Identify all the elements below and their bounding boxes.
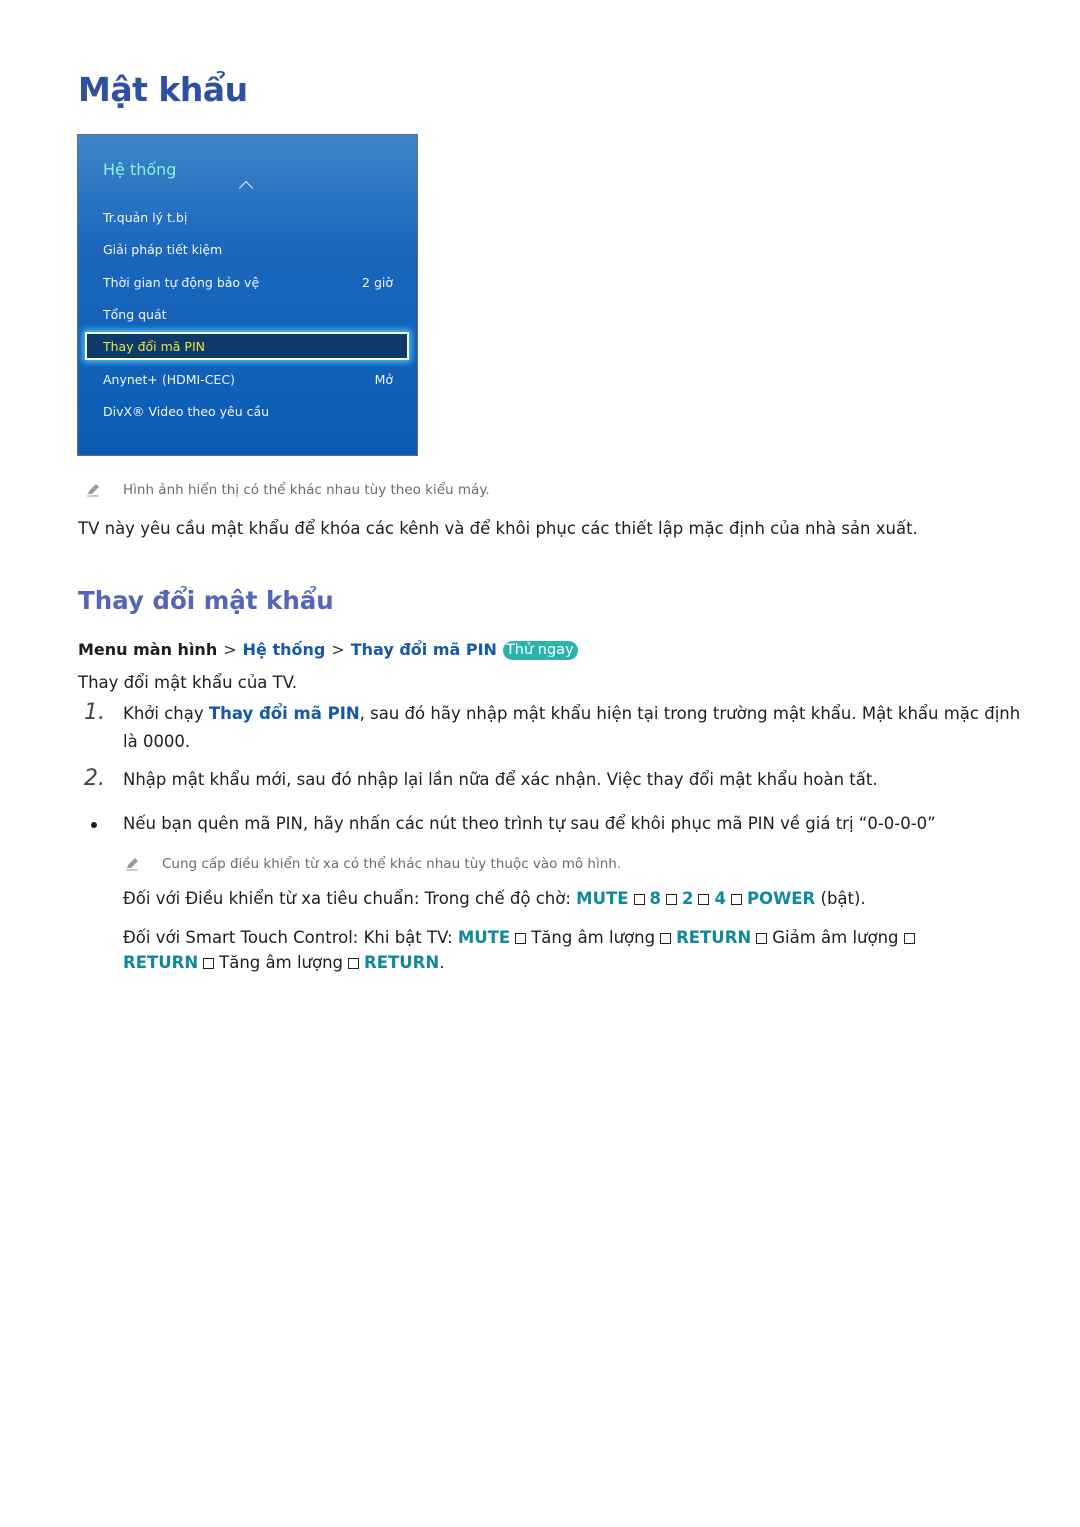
- box-icon: [666, 894, 677, 905]
- smart-touch-sequence-line2: RETURN Tăng âm lượng RETURN.: [123, 953, 444, 972]
- pencil-icon: [86, 483, 100, 497]
- section-title: Thay đổi mật khẩu: [78, 586, 334, 615]
- box-icon: [903, 933, 915, 944]
- try-now-button[interactable]: Thử ngay: [502, 641, 578, 660]
- image-note-text: Hình ảnh hiển thị có thể khác nhau tùy t…: [123, 482, 490, 498]
- pencil-icon: [125, 857, 139, 871]
- step-number: 2.: [84, 766, 105, 791]
- smart-touch-sequence-line1: Đối với Smart Touch Control: Khi bật TV:…: [123, 928, 920, 947]
- box-icon: [633, 894, 645, 905]
- box-icon: [730, 894, 742, 905]
- volume-down-text: Giảm âm lượng: [772, 928, 899, 947]
- tv-menu-item: Anynet+ (HDMI-CEC) Mở: [103, 368, 393, 390]
- step-number: 1.: [84, 700, 105, 725]
- tv-menu-item: DivX® Video theo yêu cầu: [103, 400, 393, 422]
- standard-remote-prefix: Đối với Điều khiển từ xa tiêu chuẩn: Tro…: [123, 889, 577, 908]
- section-description: Thay đổi mật khẩu của TV.: [78, 673, 298, 692]
- tv-menu-item-label: Anynet+ (HDMI-CEC): [103, 371, 235, 387]
- volume-up-text: Tăng âm lượng: [219, 953, 344, 972]
- step-1-text: Khởi chạy Thay đổi mã PIN, sau đó hãy nh…: [123, 704, 1020, 723]
- breadcrumb-separator: >: [223, 640, 237, 659]
- step-1-line2: là 0000.: [123, 732, 191, 751]
- chevron-up-icon: [238, 180, 254, 196]
- tv-menu-title: Hệ thống: [103, 160, 177, 179]
- bullet-text: Nếu bạn quên mã PIN, hãy nhấn các nút th…: [123, 814, 936, 833]
- key-2: 2: [682, 889, 694, 908]
- key-return: RETURN: [123, 953, 199, 972]
- key-return: RETURN: [364, 953, 440, 972]
- step-2-text: Nhập mật khẩu mới, sau đó nhập lại lần n…: [123, 770, 878, 789]
- intro-text: TV này yêu cầu mật khẩu để khóa các kênh…: [78, 519, 918, 538]
- box-icon: [515, 933, 527, 944]
- tv-menu-screenshot: Hệ thống Tr.quản lý t.bị Giải pháp tiết …: [77, 134, 418, 456]
- bullet-icon: [91, 822, 97, 828]
- breadcrumb: Menu màn hình > Hệ thống > Thay đổi mã PIN Th…: [78, 640, 578, 660]
- key-8: 8: [649, 889, 661, 908]
- tv-menu-item: Thời gian tự động bảo vệ 2 giờ: [103, 271, 393, 293]
- tv-menu-item-selected: Thay đổi mã PIN: [85, 332, 409, 360]
- key-power: POWER: [746, 889, 816, 908]
- tv-menu-item-label: Thay đổi mã PIN: [103, 338, 206, 354]
- page-title: Mật khẩu: [78, 70, 248, 109]
- remote-note: Cung cấp điều khiển từ xa có thể khác nh…: [125, 856, 621, 872]
- tv-menu-item-label: Tr.quản lý t.bị: [103, 209, 188, 225]
- smart-touch-prefix: Đối với Smart Touch Control: Khi bật TV:: [123, 928, 458, 947]
- remote-note-text: Cung cấp điều khiển từ xa có thể khác nh…: [162, 856, 622, 872]
- tv-menu-item-value: 2 giờ: [362, 274, 393, 290]
- standard-remote-sequence: Đối với Điều khiển từ xa tiêu chuẩn: Tro…: [123, 889, 866, 908]
- key-4: 4: [714, 889, 726, 908]
- tv-menu-item: Tr.quản lý t.bị: [103, 206, 393, 228]
- standard-remote-suffix: (bật).: [815, 889, 866, 908]
- tv-menu-item-value: Mở: [374, 371, 393, 387]
- image-note: Hình ảnh hiển thị có thể khác nhau tùy t…: [86, 482, 490, 498]
- breadcrumb-link-system[interactable]: Hệ thống: [243, 640, 326, 659]
- box-icon: [698, 894, 710, 905]
- tv-menu-item-label: Thời gian tự động bảo vệ: [103, 274, 260, 290]
- tv-menu-item: Tổng quát: [103, 303, 393, 325]
- breadcrumb-separator: >: [331, 640, 345, 659]
- step-1-post: , sau đó hãy nhập mật khẩu hiện tại tron…: [359, 704, 1021, 723]
- key-return: RETURN: [676, 928, 752, 947]
- volume-up-text: Tăng âm lượng: [531, 928, 656, 947]
- key-mute: MUTE: [457, 928, 511, 947]
- step-1-link[interactable]: Thay đổi mã PIN: [209, 704, 360, 723]
- breadcrumb-link-change-pin[interactable]: Thay đổi mã PIN: [351, 640, 497, 659]
- breadcrumb-root: Menu màn hình: [78, 640, 218, 659]
- box-icon: [203, 958, 215, 969]
- tv-menu-item-label: Tổng quát: [103, 306, 167, 322]
- key-mute: MUTE: [576, 889, 629, 908]
- tv-menu-item-label: Giải pháp tiết kiệm: [103, 241, 223, 257]
- box-icon: [660, 933, 672, 944]
- sentence-end: .: [439, 953, 445, 972]
- tv-menu-item-label: DivX® Video theo yêu cầu: [103, 403, 270, 419]
- box-icon: [756, 933, 768, 944]
- step-1-pre: Khởi chạy: [123, 704, 209, 723]
- box-icon: [348, 958, 360, 969]
- tv-menu-item: Giải pháp tiết kiệm: [103, 238, 393, 260]
